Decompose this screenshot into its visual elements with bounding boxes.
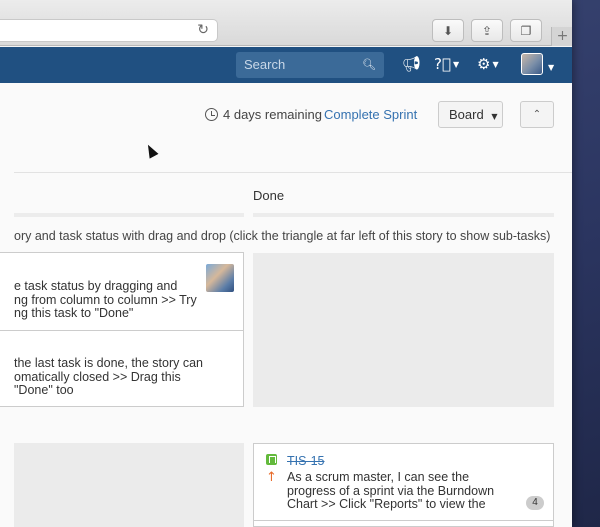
clock-icon [205, 108, 218, 121]
column-strip [253, 213, 554, 217]
search-icon[interactable]: 🔍︎ [362, 52, 376, 78]
search-placeholder: Search [244, 57, 286, 72]
address-bar[interactable]: ↻ [0, 19, 218, 42]
gear-icon: ⚙ [477, 55, 491, 73]
column-strip [14, 213, 244, 217]
double-chevron-up-icon: ⌃ [532, 109, 542, 120]
share-button[interactable]: ⇪ [471, 19, 503, 42]
app-header: Search 🔍︎ 📢︎ ?⃝ ▼ ⚙ ▼ ▼ [0, 47, 572, 83]
tabs-button[interactable]: ❐ [510, 19, 542, 42]
avatar[interactable] [521, 53, 543, 75]
remaining-text: 4 days remaining [223, 107, 322, 122]
plus-icon: + [556, 28, 569, 44]
task-card-2[interactable]: the last task is done, the story can oma… [14, 356, 203, 398]
board-content: 4 days remaining Complete Sprint Board ▼… [0, 83, 572, 527]
sprint-remaining: 4 days remaining [205, 107, 322, 122]
chevron-down-icon[interactable]: ▼ [546, 58, 554, 76]
collapse-button[interactable]: ⌃ [520, 101, 554, 128]
reload-icon[interactable]: ↻ [197, 22, 209, 38]
mouse-cursor [143, 142, 159, 159]
card-separator [0, 330, 243, 331]
column-area [14, 443, 244, 527]
browser-toolbar: ↻ ⬇ ⇪ ❐ + [0, 0, 572, 46]
new-tab-button[interactable]: + [551, 27, 572, 46]
avatar [206, 264, 234, 292]
swimlane-header[interactable]: ory and task status with drag and drop (… [14, 229, 550, 243]
complete-sprint-link[interactable]: Complete Sprint [324, 107, 417, 122]
estimate-badge: 4 [526, 496, 544, 510]
issue-summary: As a scrum master, I can see the progres… [287, 470, 495, 511]
issue-key[interactable]: TIS-15 [287, 454, 325, 468]
story-icon [266, 454, 277, 465]
chevron-down-icon: ▼ [452, 60, 460, 69]
column-divider [14, 172, 572, 173]
board-label: Board [449, 107, 484, 122]
search-input[interactable]: Search 🔍︎ [236, 52, 384, 78]
board-button[interactable]: Board ▼ [438, 101, 503, 128]
share-icon: ⇪ [481, 23, 493, 38]
help-icon: ?⃝ [434, 55, 451, 73]
card-separator [253, 520, 554, 521]
download-button[interactable]: ⬇ [432, 19, 464, 42]
settings-menu[interactable]: ⚙ ▼ [477, 55, 499, 73]
done-column-area [253, 253, 554, 407]
priority-up-icon: ↑ [266, 470, 277, 485]
browser-window: ↻ ⬇ ⇪ ❐ + Search 🔍︎ 📢︎ ?⃝ ▼ ⚙ ▼ ▼ 4 days… [0, 0, 572, 527]
tabs-icon: ❐ [520, 23, 532, 38]
column-header-done: Done [253, 188, 285, 203]
chevron-down-icon: ▼ [492, 60, 499, 69]
download-icon: ⬇ [442, 23, 454, 38]
help-menu[interactable]: ?⃝ ▼ [434, 55, 459, 73]
megaphone-icon[interactable]: 📢︎ [402, 55, 421, 73]
chevron-down-icon: ▼ [491, 112, 498, 121]
task-card-1[interactable]: e task status by dragging and ng from co… [14, 279, 197, 321]
